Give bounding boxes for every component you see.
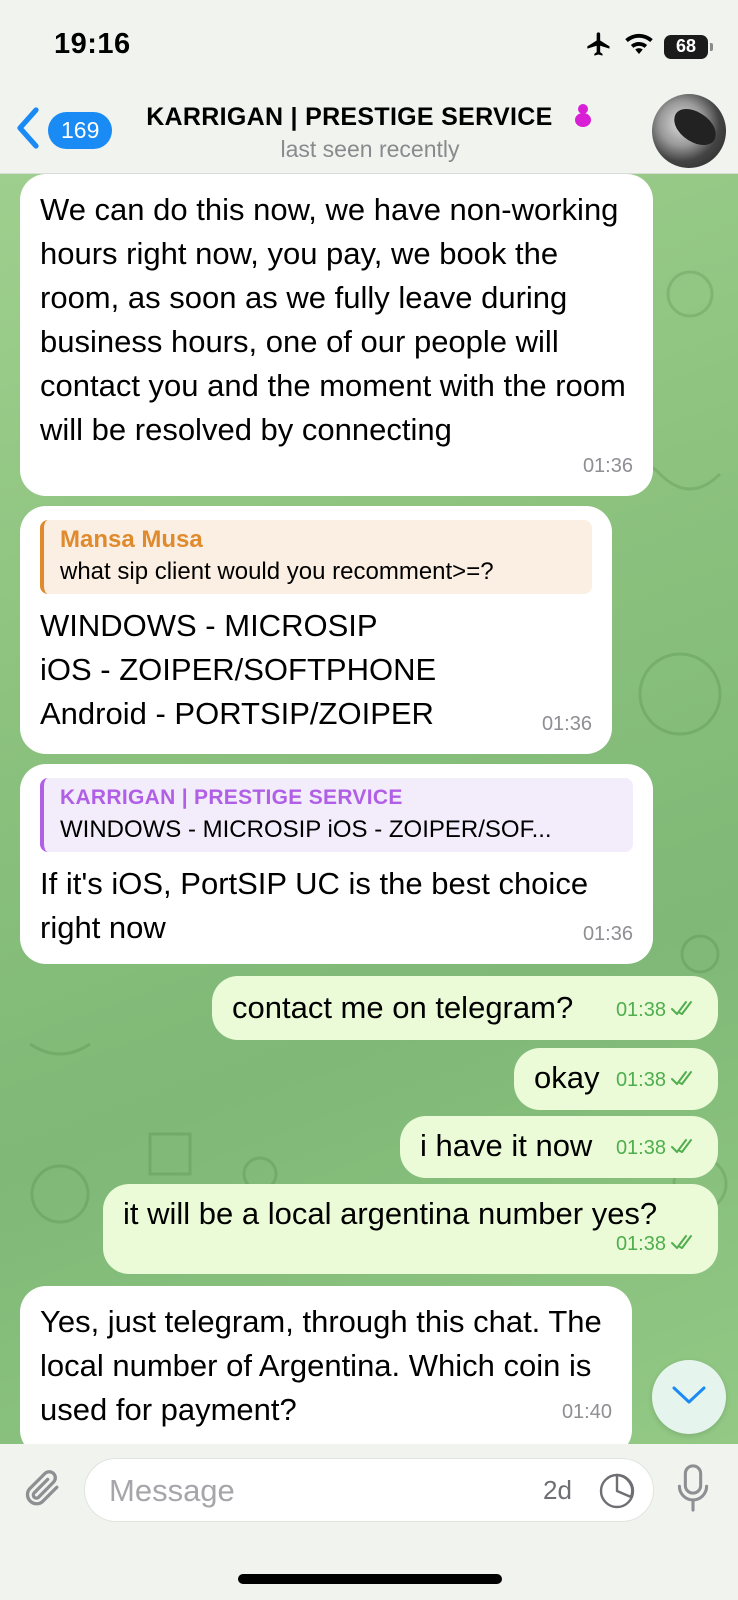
- message-bubble-incoming[interactable]: We can do this now, we have non-working …: [20, 174, 653, 496]
- chevron-down-icon: [671, 1385, 707, 1410]
- message-bubble-outgoing[interactable]: i have it now 01:38: [400, 1116, 718, 1178]
- reply-preview[interactable]: KARRIGAN | PRESTIGE SERVICE WINDOWS - MI…: [40, 778, 633, 852]
- chat-title[interactable]: KARRIGAN | PRESTIGE SERVICE: [130, 102, 610, 135]
- status-time: 19:16: [54, 28, 131, 60]
- message-text: it will be a local argentina number yes?: [123, 1196, 658, 1231]
- chat-subtitle: last seen recently: [280, 136, 460, 162]
- double-check-icon: [670, 1126, 698, 1170]
- chevron-left-icon: [14, 106, 42, 155]
- message-input[interactable]: [109, 1469, 509, 1513]
- reply-author: KARRIGAN | PRESTIGE SERVICE: [60, 786, 403, 809]
- timer-icon[interactable]: [597, 1471, 637, 1516]
- message-line: iOS - ZOIPER/SOFTPHONE: [40, 652, 437, 687]
- airplane-mode-icon: [584, 30, 614, 63]
- message-input-container[interactable]: 2d: [84, 1458, 654, 1522]
- reply-snippet: WINDOWS - MICROSIP iOS - ZOIPER/SOF...: [60, 816, 552, 843]
- message-time: 01:38: [616, 1058, 698, 1102]
- message-bubble-incoming[interactable]: Yes, just telegram, through this chat. T…: [20, 1286, 632, 1444]
- message-time: 01:36: [582, 455, 633, 477]
- message-text: If it's iOS, PortSIP UC is the best choi…: [40, 866, 589, 945]
- message-bubble-incoming[interactable]: KARRIGAN | PRESTIGE SERVICE WINDOWS - MI…: [20, 764, 653, 964]
- message-time: 01:36: [541, 713, 592, 735]
- double-check-icon: [670, 1058, 698, 1102]
- message-time: 01:38: [616, 1222, 698, 1266]
- message-bubble-outgoing[interactable]: contact me on telegram? 01:38: [212, 976, 718, 1040]
- chat-title-text: KARRIGAN | PRESTIGE SERVICE: [146, 103, 553, 132]
- message-line: Android - PORTSIP/ZOIPER: [40, 696, 434, 731]
- scroll-to-bottom-button[interactable]: [652, 1360, 726, 1434]
- message-time: 01:40: [561, 1401, 612, 1423]
- back-button[interactable]: 169: [14, 106, 113, 155]
- auto-delete-timer-label: 2d: [543, 1475, 572, 1505]
- message-bubble-incoming[interactable]: Mansa Musa what sip client would you rec…: [20, 506, 612, 754]
- paperclip-icon: [22, 1470, 66, 1518]
- wifi-icon: [624, 32, 654, 61]
- message-text: We can do this now, we have non-working …: [40, 192, 626, 447]
- avatar[interactable]: [652, 94, 726, 168]
- battery-icon: 68: [664, 34, 713, 59]
- message-bubble-outgoing[interactable]: it will be a local argentina number yes?…: [103, 1184, 718, 1274]
- status-icons: 68: [584, 30, 713, 63]
- unread-count-badge: 169: [48, 112, 113, 149]
- microphone-icon: [676, 1464, 710, 1518]
- composer-bar: 2d: [0, 1444, 738, 1600]
- status-bar: 19:16 68: [0, 0, 738, 88]
- double-check-icon: [670, 1222, 698, 1266]
- voice-record-button[interactable]: [676, 1462, 710, 1519]
- reply-author: Mansa Musa: [60, 526, 203, 553]
- message-list[interactable]: We can do this now, we have non-working …: [0, 174, 738, 1444]
- message-text: Yes, just telegram, through this chat. T…: [40, 1304, 602, 1427]
- message-time: 01:38: [616, 1126, 698, 1170]
- double-check-icon: [670, 988, 698, 1032]
- home-indicator: [238, 1574, 502, 1584]
- message-line: WINDOWS - MICROSIP: [40, 608, 378, 643]
- emoji-status-icon: [572, 102, 594, 135]
- reply-preview[interactable]: Mansa Musa what sip client would you rec…: [40, 520, 592, 594]
- chat-header: 169 KARRIGAN | PRESTIGE SERVICE last see…: [0, 88, 738, 174]
- reply-snippet: what sip client would you recomment>=?: [60, 558, 494, 585]
- message-time: 01:36: [582, 923, 633, 945]
- attach-button[interactable]: [22, 1466, 66, 1519]
- message-time: 01:38: [616, 988, 698, 1032]
- message-bubble-outgoing[interactable]: okay 01:38: [514, 1048, 718, 1110]
